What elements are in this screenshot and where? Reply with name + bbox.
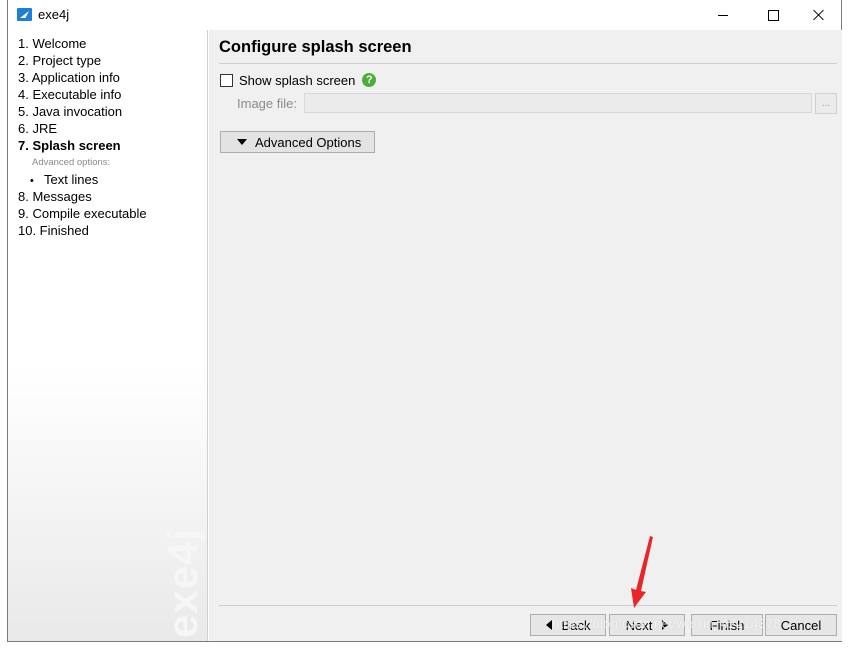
minimize-button[interactable] [700, 0, 746, 30]
window-title: exe4j [38, 7, 70, 22]
browse-button[interactable]: ... [815, 93, 837, 114]
step-text-lines[interactable]: • Text lines [18, 171, 147, 188]
exe4j-watermark-logo: exe4j [159, 527, 206, 639]
step-text-lines-label: Text lines [44, 172, 99, 187]
step-java-invocation[interactable]: 5. Java invocation [18, 103, 147, 120]
step-compile-executable[interactable]: 9. Compile executable [18, 205, 147, 222]
maximize-icon [767, 9, 779, 21]
step-jre[interactable]: 6. JRE [18, 120, 147, 137]
show-splash-checkbox[interactable] [220, 73, 233, 87]
wizard-content: Configure splash screen Show splash scre… [209, 30, 842, 641]
image-file-label: Image file: [237, 96, 297, 111]
step-application-info[interactable]: 3. Application info [18, 69, 147, 86]
app-window: exe4j 1. Welcome 2. Project type 3. Appl… [7, 0, 842, 642]
show-splash-label[interactable]: Show splash screen [239, 73, 355, 88]
help-icon[interactable]: ? [362, 73, 377, 87]
show-splash-row[interactable]: Show splash screen ? [220, 71, 377, 89]
blog-watermark-url: https://blog.csdn.net/weixin_42214378 [552, 616, 781, 631]
image-file-input[interactable] [304, 93, 812, 113]
advanced-options-heading: Advanced options: [32, 157, 111, 168]
step-project-type[interactable]: 2. Project type [18, 52, 147, 69]
minimize-icon [718, 14, 728, 16]
exe4j-app-icon [17, 8, 32, 21]
page-title: Configure splash screen [219, 38, 412, 56]
maximize-button[interactable] [750, 0, 796, 30]
cancel-label: Cancel [780, 617, 822, 633]
close-icon [813, 9, 825, 21]
step-messages[interactable]: 8. Messages [18, 188, 147, 205]
step-executable-info[interactable]: 4. Executable info [18, 86, 147, 103]
step-splash-screen[interactable]: 7. Splash screen [18, 137, 147, 154]
advanced-options-button[interactable]: Advanced Options [220, 131, 375, 153]
step-finished[interactable]: 10. Finished [18, 222, 147, 239]
step-welcome[interactable]: 1. Welcome [18, 35, 147, 52]
title-bar[interactable]: exe4j [8, 0, 841, 30]
advanced-options-label: Advanced Options [255, 134, 362, 150]
step-list: 1. Welcome 2. Project type 3. Applicatio… [18, 35, 147, 239]
close-button[interactable] [796, 0, 842, 30]
title-divider [219, 63, 837, 64]
wizard-steps-sidebar: 1. Welcome 2. Project type 3. Applicatio… [8, 30, 208, 641]
footer-divider [219, 605, 837, 606]
triangle-down-icon [237, 139, 247, 145]
triangle-left-icon [545, 620, 552, 630]
